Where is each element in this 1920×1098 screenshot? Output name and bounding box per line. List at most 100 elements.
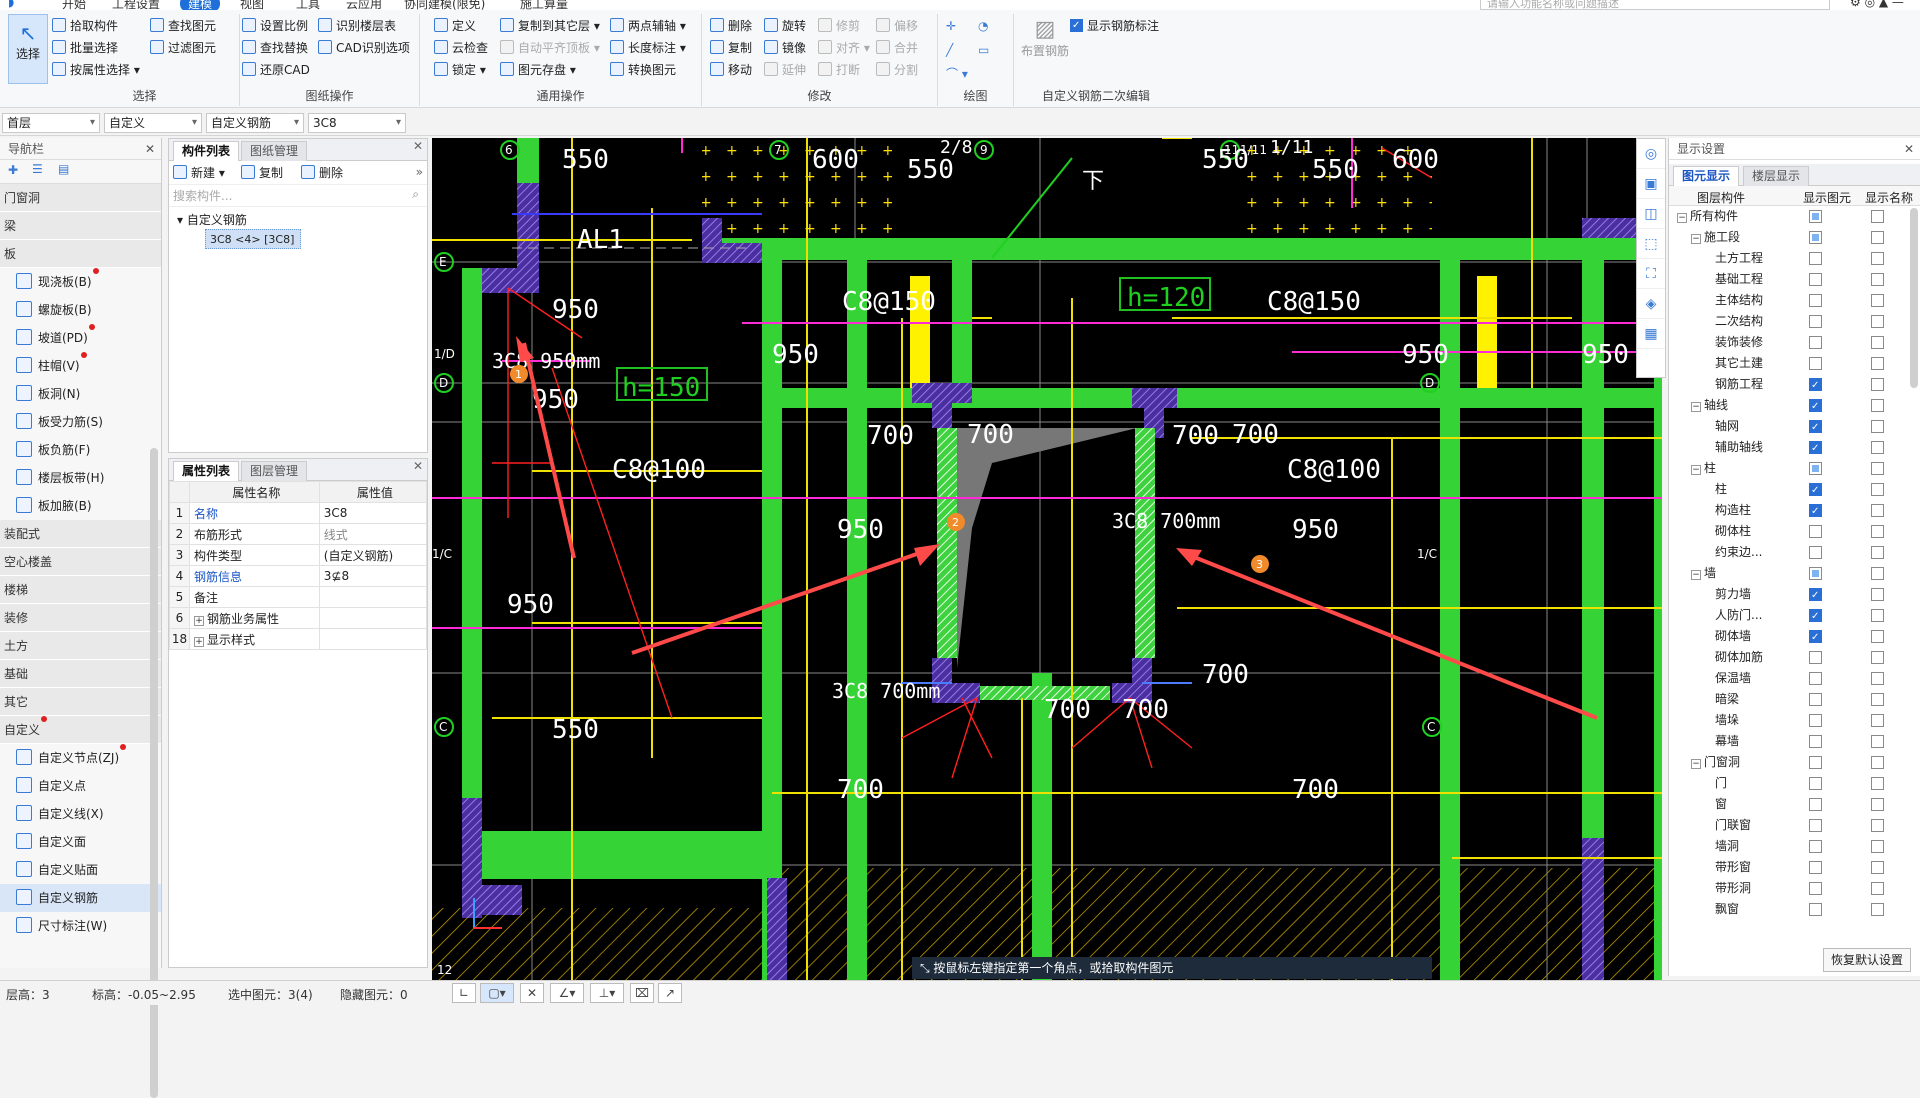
property-row[interactable]: 2 布筋形式 线式	[169, 523, 428, 545]
nav-item[interactable]: 板加腋(B)	[0, 492, 161, 520]
collapse-icon[interactable]: −	[1691, 234, 1701, 244]
rotate-point-icon[interactable]: ◔	[978, 16, 988, 36]
mirror-button[interactable]: 镜像	[764, 38, 806, 58]
show-name-checkbox[interactable]	[1871, 441, 1884, 454]
show-element-checkbox[interactable]	[1809, 819, 1822, 832]
extend-button[interactable]: 延伸	[764, 60, 806, 80]
tab-component-list[interactable]: 构件列表	[173, 141, 240, 161]
show-name-checkbox[interactable]	[1871, 798, 1884, 811]
cloud-check-button[interactable]: 云检查	[434, 38, 488, 58]
collapse-icon[interactable]: −	[1691, 759, 1701, 769]
nav-item[interactable]: 坡道(PD)	[0, 324, 161, 352]
place-rebar-button[interactable]: ▨ 布置钢筋	[1018, 16, 1072, 66]
show-name-checkbox[interactable]	[1871, 882, 1884, 895]
nav-item[interactable]: 自定义钢筋	[0, 884, 161, 912]
display-row[interactable]: 保温墙	[1669, 668, 1920, 689]
show-element-checkbox[interactable]	[1809, 417, 1822, 438]
display-row[interactable]: 门	[1669, 773, 1920, 794]
tree-root[interactable]: ▾ 自定义钢筋	[169, 207, 427, 229]
nav-cat-beam[interactable]: 梁	[0, 212, 161, 240]
cross-icon[interactable]: ✕	[520, 983, 544, 1003]
trim-button[interactable]: 修剪	[818, 16, 860, 36]
show-name-checkbox[interactable]	[1871, 735, 1884, 748]
point-draw-icon[interactable]: ✛	[946, 16, 956, 36]
display-row[interactable]: 人防门...	[1669, 605, 1920, 627]
property-value[interactable]: (自定义钢筋)	[318, 544, 428, 566]
restore-cad-button[interactable]: 还原CAD	[242, 60, 310, 80]
expand-icon[interactable]: +	[194, 636, 204, 647]
show-name-checkbox[interactable]	[1871, 504, 1884, 517]
show-name-checkbox[interactable]	[1871, 903, 1884, 916]
copy-component-button[interactable]: 复制	[241, 163, 283, 183]
detail-view-icon[interactable]: ▤	[58, 162, 69, 176]
display-row[interactable]: 门联窗	[1669, 815, 1920, 836]
show-name-checkbox[interactable]	[1871, 273, 1884, 286]
show-name-checkbox[interactable]	[1871, 693, 1884, 706]
layer-icon[interactable]: ◈	[1637, 289, 1665, 319]
show-element-checkbox[interactable]	[1809, 480, 1822, 501]
screenshot-icon[interactable]: ▦	[1637, 319, 1665, 349]
property-value[interactable]: 3C8	[318, 502, 428, 524]
property-row[interactable]: 6 + 钢筋业务属性	[169, 607, 428, 629]
copy-to-other-floor-button[interactable]: 复制到其它层 ▾	[500, 16, 600, 36]
show-name-checkbox[interactable]	[1871, 567, 1884, 580]
select-by-attr-button[interactable]: 按属性选择 ▾	[52, 60, 140, 80]
show-element-checkbox[interactable]	[1809, 672, 1822, 685]
show-name-checkbox[interactable]	[1871, 672, 1884, 685]
show-element-checkbox[interactable]	[1809, 231, 1822, 244]
arc-draw-icon[interactable]: ⌒ ▾	[946, 64, 968, 84]
cad-options-button[interactable]: CAD识别选项	[318, 38, 410, 58]
nav-item[interactable]: 板洞(N)	[0, 380, 161, 408]
snap-icon[interactable]: ▢▾	[480, 983, 514, 1003]
show-rebar-label-checkbox[interactable]	[1070, 16, 1083, 36]
menu-cloud[interactable]: 云应用	[346, 0, 382, 10]
display-row[interactable]: 装饰装修	[1669, 332, 1920, 353]
display-row[interactable]: 墙洞	[1669, 836, 1920, 857]
show-element-checkbox[interactable]	[1809, 273, 1822, 286]
find-replace-button[interactable]: 查找替换	[242, 38, 308, 58]
track-icon[interactable]: ↗	[658, 983, 682, 1003]
show-element-checkbox[interactable]	[1809, 756, 1822, 769]
tab-property-list[interactable]: 属性列表	[173, 461, 240, 481]
property-value[interactable]: 3⊈8	[318, 565, 428, 587]
display-row[interactable]: 土方工程	[1669, 248, 1920, 269]
nav-category[interactable]: 基础	[0, 660, 161, 688]
nav-category[interactable]: 其它	[0, 688, 161, 716]
nav-cat-openings[interactable]: 门窗洞	[0, 184, 161, 212]
show-element-checkbox[interactable]	[1809, 840, 1822, 853]
nav-category[interactable]: 空心楼盖	[0, 548, 161, 576]
category-select[interactable]: 自定义	[104, 113, 202, 133]
show-name-checkbox[interactable]	[1871, 378, 1884, 391]
display-row[interactable]: 带形窗	[1669, 857, 1920, 878]
display-row[interactable]: 约束边...	[1669, 542, 1920, 563]
display-row[interactable]: − 所有构件	[1669, 206, 1920, 227]
show-name-checkbox[interactable]	[1871, 756, 1884, 769]
lock-button[interactable]: 锁定 ▾	[434, 60, 486, 80]
close-icon[interactable]: ✕	[413, 139, 423, 153]
nav-item[interactable]: 柱帽(V)	[0, 352, 161, 380]
display-row[interactable]: 墙垛	[1669, 710, 1920, 731]
nav-item[interactable]: 螺旋板(B)	[0, 296, 161, 324]
show-element-checkbox[interactable]	[1809, 585, 1822, 606]
nav-category[interactable]: 装修	[0, 604, 161, 632]
show-name-checkbox[interactable]	[1871, 651, 1884, 664]
show-name-checkbox[interactable]	[1871, 315, 1884, 328]
batch-select-button[interactable]: 批量选择	[52, 38, 118, 58]
cad-canvas[interactable]: +	[432, 138, 1662, 980]
nav-item[interactable]: 尺寸标注(W)	[0, 912, 161, 940]
auto-align-top-button[interactable]: 自动平齐顶板 ▾	[500, 38, 600, 58]
nav-item[interactable]: 自定义线(X)	[0, 800, 161, 828]
nav-item[interactable]: 板负筋(F)	[0, 436, 161, 464]
property-value[interactable]: 线式	[318, 523, 428, 545]
list-view-icon[interactable]: ☰	[32, 162, 43, 176]
collapse-icon[interactable]: −	[1691, 570, 1701, 580]
nav-item[interactable]: 自定义贴面	[0, 856, 161, 884]
display-row[interactable]: 飘窗	[1669, 899, 1920, 920]
display-row[interactable]: 砌体柱	[1669, 521, 1920, 542]
move-button[interactable]: 移动	[710, 60, 752, 80]
display-row[interactable]: 主体结构	[1669, 290, 1920, 311]
menu-tools[interactable]: 工具	[296, 0, 320, 10]
display-row[interactable]: 窗	[1669, 794, 1920, 815]
display-row[interactable]: 轴网	[1669, 416, 1920, 438]
show-element-checkbox[interactable]	[1809, 525, 1822, 538]
